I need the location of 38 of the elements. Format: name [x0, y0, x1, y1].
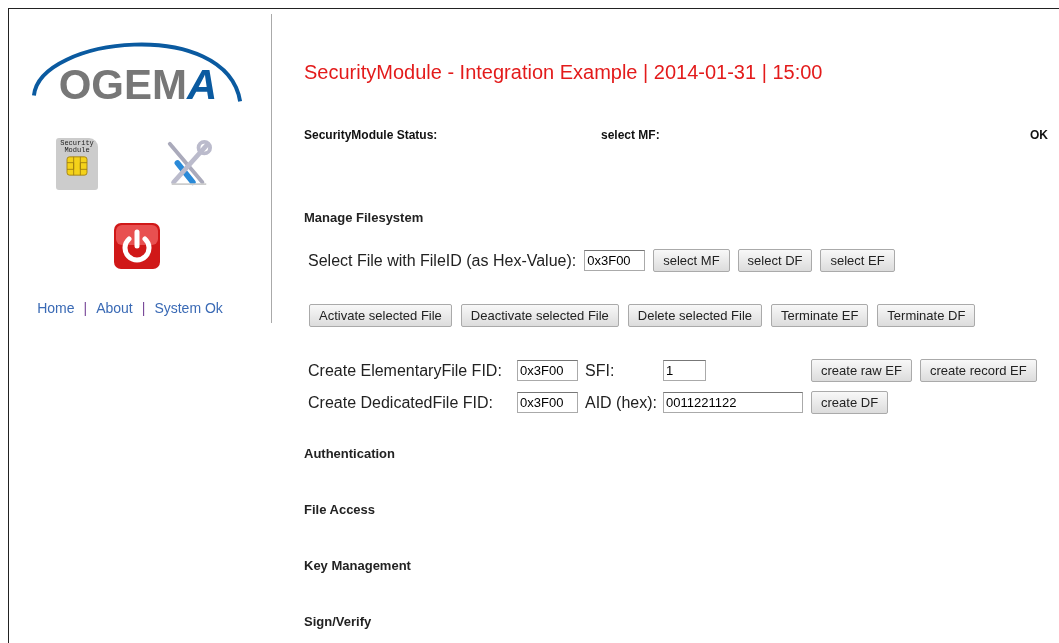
create-button[interactable]: create record EF [919, 359, 1037, 382]
fid-field[interactable]: 0x3F00 [517, 392, 578, 413]
separator: | [141, 300, 146, 316]
field-label: Create ElementaryFile FID: [308, 361, 503, 380]
file-action-button[interactable]: Deactivate selected File [460, 304, 619, 327]
aid-field[interactable]: 0011221122 [663, 392, 803, 413]
file-id-field[interactable]: 0x3F00 [584, 250, 646, 271]
field-label: AID (hex): [585, 393, 658, 412]
file-action-button[interactable]: Terminate EF [771, 304, 869, 327]
section-heading: Sign/Verify [304, 614, 373, 629]
file-action-button[interactable]: Delete selected File [627, 304, 763, 327]
select-button[interactable]: select DF [737, 249, 813, 272]
file-action-button[interactable]: Terminate DF [877, 304, 976, 327]
section-heading: Authentication [304, 446, 396, 461]
nav-link[interactable]: About [96, 300, 133, 316]
section-heading: File Access [304, 502, 377, 517]
sfi-field[interactable]: 1 [663, 360, 706, 381]
create-button[interactable]: create raw EF [811, 359, 912, 382]
section-heading: Key Management [304, 558, 412, 573]
section-heading: Manage Filesystem [304, 210, 425, 225]
separator: | [83, 300, 88, 316]
page-title: SecurityModule - Integration Example | 2014-01-31 | 15:00 [304, 61, 824, 84]
nav-link[interactable]: Home [37, 300, 75, 316]
logo: OGEMA [30, 26, 246, 110]
select-button[interactable]: select EF [820, 249, 895, 272]
status-action: select MF: [601, 128, 661, 142]
nav-link[interactable]: System Ok [154, 300, 223, 316]
field-label: SFI: [585, 361, 616, 380]
file-action-button[interactable]: Activate selected File [309, 304, 452, 327]
select-button[interactable]: select MF [653, 249, 730, 272]
create-button[interactable]: create DF [811, 391, 889, 414]
field-label: Create DedicatedFile FID: [308, 393, 494, 412]
fid-field[interactable]: 0x3F00 [517, 360, 578, 381]
status-result: OK [1030, 128, 1048, 142]
status-label: SecurityModule Status: [304, 128, 439, 142]
field-label: Select File with FileID (as Hex-Value): [308, 251, 577, 270]
chip-icon [66, 156, 88, 176]
power-icon[interactable] [113, 222, 161, 270]
